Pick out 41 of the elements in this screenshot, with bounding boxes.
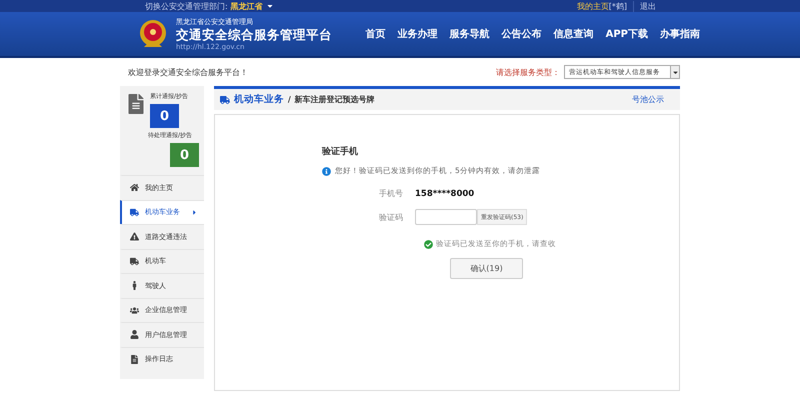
department-switcher[interactable]: 黑龙江省 [230, 0, 263, 12]
code-input[interactable] [415, 209, 477, 225]
nav-link[interactable]: APP下载 [606, 27, 648, 41]
truck-icon [130, 256, 139, 266]
department-label: 切换公安交通管理部门: [145, 0, 228, 12]
confirm-button[interactable]: 确认(19) [450, 258, 523, 279]
page-title: 新车注册登记预选号牌 [294, 94, 375, 105]
info-icon [322, 166, 331, 176]
site-title: 交通安全综合服务管理平台 [176, 27, 332, 43]
nav-link[interactable]: 业务办理 [398, 27, 438, 41]
user-icon [130, 330, 139, 340]
pool-notice-link[interactable]: 号池公示 [632, 94, 664, 105]
users-icon [130, 306, 139, 315]
breadcrumb-separator: / [288, 95, 291, 104]
report-icon [126, 94, 146, 114]
truck-icon [130, 208, 139, 217]
nav-link[interactable]: 办事指南 [660, 27, 700, 41]
home-link[interactable]: 我的主页 [570, 0, 609, 12]
home-icon [130, 183, 139, 192]
check-icon [424, 240, 433, 248]
caret-icon [191, 208, 198, 216]
warning-icon [130, 232, 139, 242]
caret-icon [672, 68, 678, 76]
truck-icon [220, 94, 230, 104]
counter-badge[interactable]: 0 [170, 143, 199, 167]
welcome-message: 欢迎登录交通安全综合服务平台！ [128, 66, 248, 78]
caret-icon[interactable] [266, 2, 274, 10]
user-name: [*鹤] [608, 0, 627, 12]
code-label: 验证码 [378, 212, 404, 222]
nav-link[interactable]: 服务导航 [450, 27, 490, 41]
phone-label: 手机号 [378, 188, 404, 199]
nav-link[interactable]: 公告公布 [502, 27, 542, 41]
service-type-label: 请选择服务类型： [496, 66, 560, 78]
counter-badge[interactable]: 0 [150, 104, 179, 128]
section-title: 机动车业务 [234, 93, 284, 106]
nav-link[interactable]: 首页 [366, 27, 386, 41]
form-title: 验证手机 [322, 145, 359, 158]
nav-link[interactable]: 信息查询 [554, 27, 594, 41]
person-icon [130, 281, 139, 290]
document-icon [130, 354, 139, 364]
phone-number: 158****8000 [415, 188, 474, 198]
